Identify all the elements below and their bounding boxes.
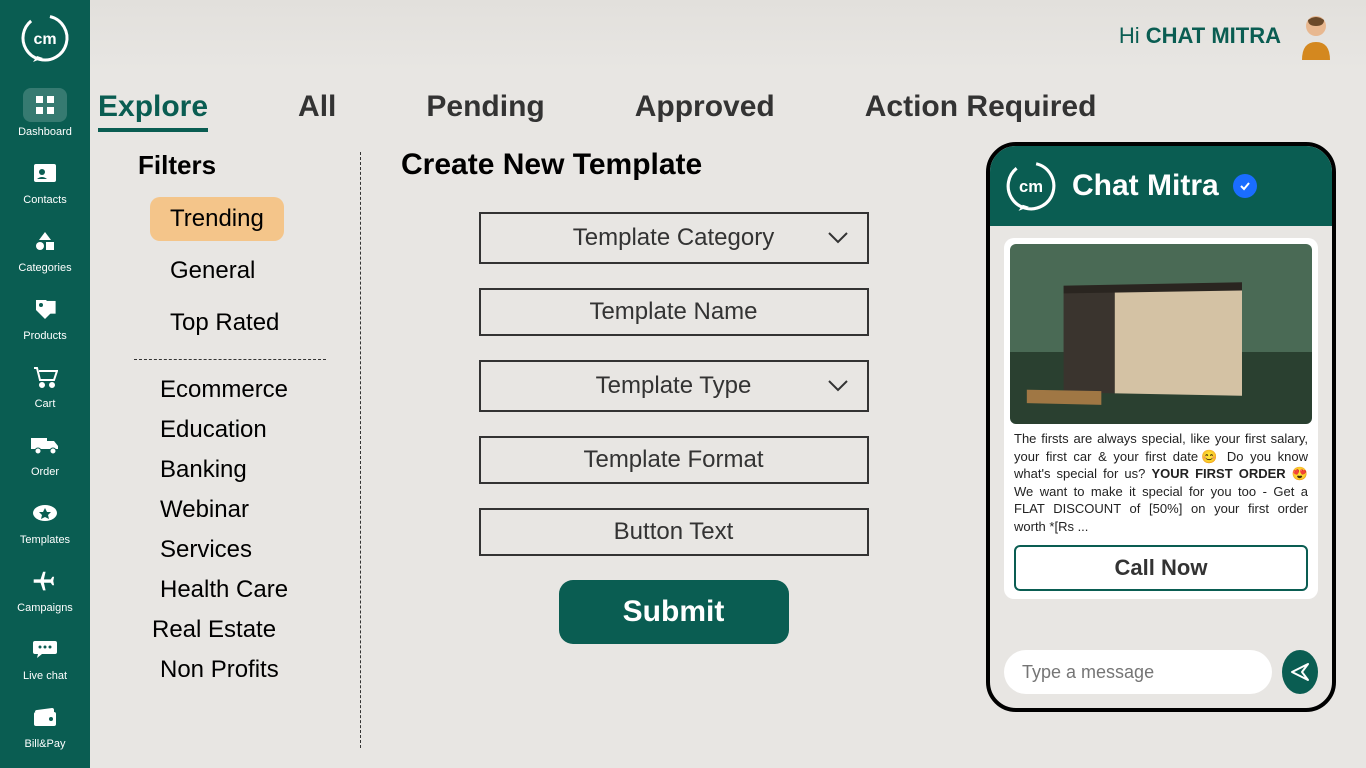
send-button[interactable]: [1282, 650, 1318, 694]
sidebar-label: Dashboard: [18, 126, 72, 138]
sidebar-label: Templates: [20, 534, 70, 546]
tab-approved[interactable]: Approved: [635, 90, 775, 124]
contact-icon: [33, 163, 57, 183]
phone-preview: cm Chat Mitra The firsts are always spec…: [986, 142, 1336, 712]
tab-pending[interactable]: Pending: [426, 90, 544, 124]
filters-title: Filters: [138, 150, 350, 181]
topbar: Hi CHAT MITRA: [90, 0, 1366, 72]
submit-button[interactable]: Submit: [559, 580, 789, 644]
call-now-button[interactable]: Call Now: [1014, 545, 1308, 591]
svg-text:cm: cm: [33, 31, 56, 48]
plane-icon: [32, 570, 58, 592]
sidebar-label: Bill&Pay: [25, 738, 66, 750]
form-panel: Create New Template Template Category Te…: [371, 142, 976, 758]
filter-realestate[interactable]: Real Estate: [110, 610, 350, 650]
sidebar-item-dashboard[interactable]: Dashboard: [18, 88, 72, 138]
chevron-down-icon: [827, 379, 849, 393]
sidebar-label: Campaigns: [17, 602, 73, 614]
verified-badge-icon: [1233, 174, 1257, 198]
sidebar-item-cart[interactable]: Cart: [23, 360, 67, 410]
tab-action-required[interactable]: Action Required: [865, 90, 1097, 124]
template-type-select[interactable]: Template Type: [479, 360, 869, 412]
svg-text:cm: cm: [1019, 177, 1043, 196]
sidebar-label: Cart: [35, 398, 56, 410]
filter-ecommerce[interactable]: Ecommerce: [110, 370, 350, 410]
template-name-input[interactable]: Template Name: [479, 288, 869, 336]
template-format-input[interactable]: Template Format: [479, 436, 869, 484]
tab-explore[interactable]: Explore: [98, 90, 208, 132]
tab-all[interactable]: All: [298, 90, 336, 124]
message-input-row: [990, 650, 1332, 708]
sidebar: cm Dashboard Contacts Categories Product…: [0, 0, 90, 768]
sidebar-item-products[interactable]: Products: [23, 292, 67, 342]
preview-body: The firsts are always special, like your…: [990, 226, 1332, 650]
content: Filters Trending General Top Rated Ecomm…: [90, 142, 1366, 768]
preview-title: Chat Mitra: [1072, 169, 1219, 203]
wallet-icon: [32, 707, 58, 727]
shapes-icon: [33, 231, 57, 251]
app-logo: cm: [15, 8, 75, 68]
preview-logo-icon: cm: [1004, 159, 1058, 213]
template-category-select[interactable]: Template Category: [479, 212, 869, 264]
greeting: Hi CHAT MITRA: [1119, 23, 1281, 49]
form-title: Create New Template: [401, 148, 946, 182]
truck-icon: [30, 435, 60, 455]
sidebar-label: Products: [23, 330, 66, 342]
filter-divider: [134, 359, 326, 360]
star-badge-icon: [32, 504, 58, 522]
sidebar-label: Contacts: [23, 194, 66, 206]
tag-icon: [33, 297, 57, 321]
filter-nonprofits[interactable]: Non Profits: [110, 650, 350, 690]
message-text: The firsts are always special, like your…: [1010, 430, 1312, 539]
sidebar-label: Order: [31, 466, 59, 478]
sidebar-item-campaigns[interactable]: Campaigns: [17, 564, 73, 614]
sidebar-label: Live chat: [23, 670, 67, 682]
sidebar-label: Categories: [18, 262, 71, 274]
message-card: The firsts are always special, like your…: [1004, 238, 1318, 599]
filter-general[interactable]: General: [150, 249, 275, 293]
preview-panel: cm Chat Mitra The firsts are always spec…: [986, 142, 1346, 758]
preview-header: cm Chat Mitra: [990, 146, 1332, 226]
button-text-input[interactable]: Button Text: [479, 508, 869, 556]
chat-icon: [32, 639, 58, 659]
sidebar-item-billpay[interactable]: Bill&Pay: [23, 700, 67, 750]
filter-services[interactable]: Services: [110, 530, 350, 570]
send-icon: [1289, 661, 1311, 683]
tabs: Explore All Pending Approved Action Requ…: [90, 72, 1366, 142]
cart-icon: [32, 366, 58, 388]
filter-trending[interactable]: Trending: [150, 197, 284, 241]
user-avatar-icon[interactable]: [1296, 12, 1336, 60]
sidebar-item-livechat[interactable]: Live chat: [23, 632, 67, 682]
filter-banking[interactable]: Banking: [110, 450, 350, 490]
sidebar-item-order[interactable]: Order: [23, 428, 67, 478]
filters-panel: Filters Trending General Top Rated Ecomm…: [110, 142, 350, 758]
filter-top-rated[interactable]: Top Rated: [150, 301, 299, 345]
sidebar-item-contacts[interactable]: Contacts: [23, 156, 67, 206]
main-area: Hi CHAT MITRA Explore All Pending Approv…: [90, 0, 1366, 768]
message-image: [1010, 244, 1312, 424]
filter-webinar[interactable]: Webinar: [110, 490, 350, 530]
message-input[interactable]: [1004, 650, 1272, 694]
filter-healthcare[interactable]: Health Care: [110, 570, 350, 610]
filter-education[interactable]: Education: [110, 410, 350, 450]
chevron-down-icon: [827, 231, 849, 245]
sidebar-item-templates[interactable]: Templates: [20, 496, 70, 546]
grid-icon: [33, 93, 57, 117]
vertical-divider: [360, 152, 361, 748]
sidebar-item-categories[interactable]: Categories: [18, 224, 71, 274]
